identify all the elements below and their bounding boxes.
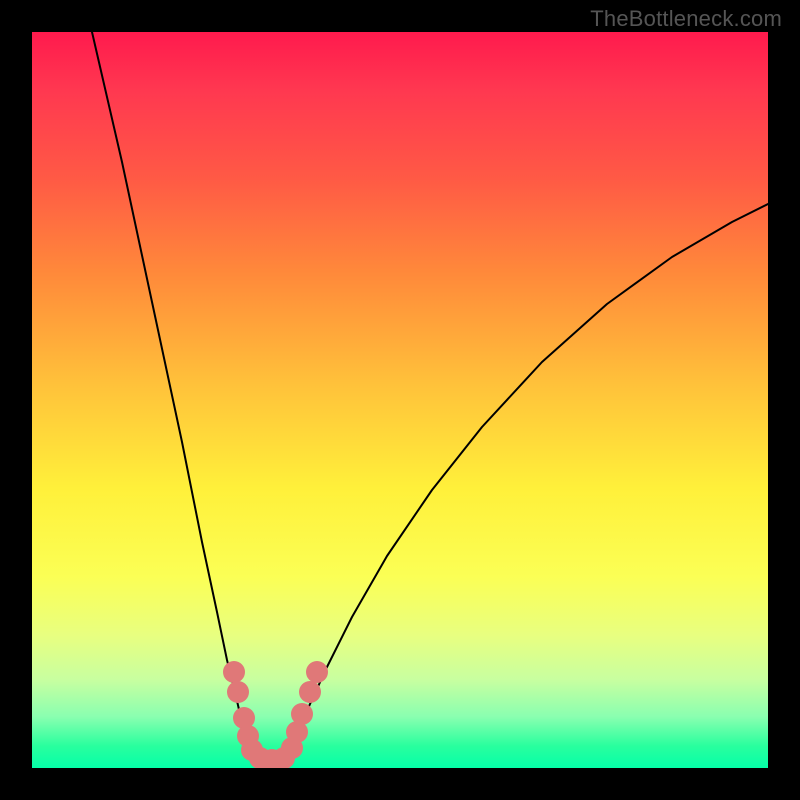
valley-markers-11 bbox=[299, 681, 321, 703]
valley-markers-1 bbox=[227, 681, 249, 703]
series-group bbox=[92, 32, 768, 764]
outer-frame: TheBottleneck.com bbox=[0, 0, 800, 800]
valley-markers-10 bbox=[291, 703, 313, 725]
series-left-branch bbox=[92, 32, 259, 764]
plot-area bbox=[32, 32, 768, 768]
series-right-branch bbox=[285, 204, 768, 764]
watermark-text: TheBottleneck.com bbox=[590, 6, 782, 32]
chart-svg bbox=[32, 32, 768, 768]
valley-markers-12 bbox=[306, 661, 328, 683]
markers-group bbox=[223, 661, 328, 768]
valley-markers-0 bbox=[223, 661, 245, 683]
